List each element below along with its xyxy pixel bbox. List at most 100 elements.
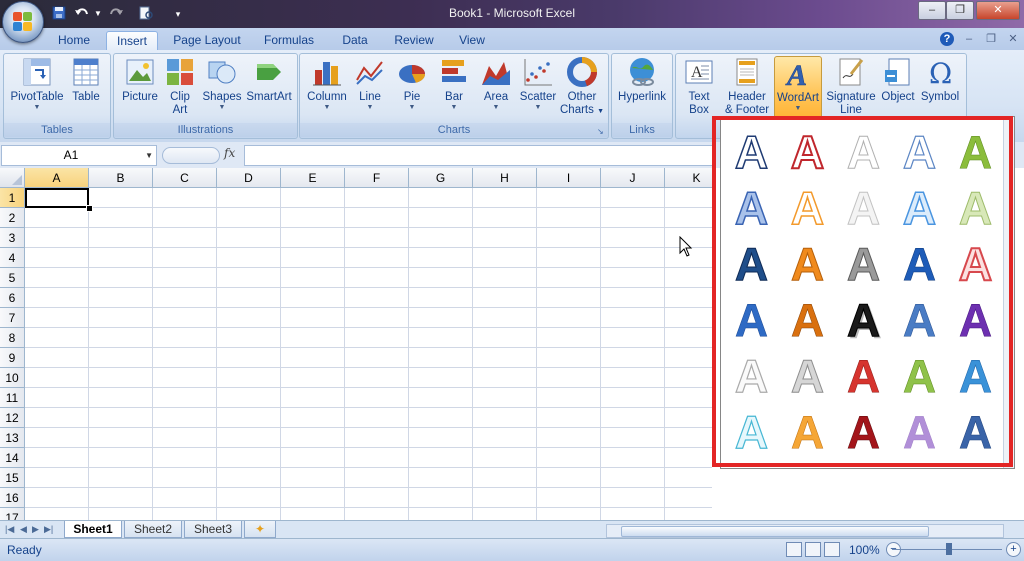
zoom-slider-thumb[interactable] <box>946 543 952 555</box>
sheet-tab-sheet2[interactable]: Sheet2 <box>124 521 182 538</box>
wordart-style-outline-gray[interactable]: A <box>836 125 891 180</box>
column-header-i[interactable]: I <box>537 168 601 188</box>
tab-review[interactable]: Review <box>388 31 440 50</box>
wordart-style-fill-orange-white-edge[interactable]: A <box>780 237 835 292</box>
gallery-scrollbar[interactable] <box>1003 117 1014 468</box>
wordart-style-fill-red-bevel[interactable]: A <box>836 349 891 404</box>
row-header-5[interactable]: 5 <box>0 268 25 288</box>
wordart-style-fill-dark-red[interactable]: A <box>836 405 891 460</box>
maximize-button[interactable]: ❐ <box>946 1 974 20</box>
pivottable-button[interactable]: PivotTable ▼ <box>8 56 66 112</box>
wordart-style-fill-orange-brown[interactable]: A <box>780 293 835 348</box>
column-header-c[interactable]: C <box>153 168 217 188</box>
picture-button[interactable]: Picture <box>118 56 162 104</box>
clipart-button[interactable]: Clip Art <box>164 56 196 117</box>
wordart-style-fill-green-bevel[interactable]: A <box>892 349 947 404</box>
horizontal-scrollbar[interactable] <box>606 524 1004 538</box>
wordart-style-outline-red[interactable]: A <box>780 125 835 180</box>
wordart-style-fill-green[interactable]: A <box>948 125 1003 180</box>
wordart-style-fill-light-blue-reflection[interactable]: A <box>948 349 1003 404</box>
table-button[interactable]: Table <box>66 56 106 104</box>
wordart-style-outline-orange[interactable]: A <box>780 181 835 236</box>
wordart-style-fill-steel-blue[interactable]: A <box>948 405 1003 460</box>
zoom-in-icon[interactable]: + <box>1006 542 1021 557</box>
worksheet-grid[interactable]: ABCDEFGHIJK 1 2 3 4 5 6 7 8 9 10 11 12 13 14 15 16 17 <box>0 168 712 520</box>
charts-dialog-launcher-icon[interactable]: ↘ <box>597 127 606 136</box>
wordart-style-outline-navy[interactable]: A <box>724 125 779 180</box>
wordart-style-fill-blue[interactable]: A <box>724 293 779 348</box>
tab-home[interactable]: Home <box>54 31 94 50</box>
formula-input[interactable] <box>244 145 716 166</box>
tab-formulas[interactable]: Formulas <box>258 31 320 50</box>
row-header-15[interactable]: 15 <box>0 468 25 488</box>
wordart-style-fill-navy-white-edge[interactable]: A <box>724 237 779 292</box>
column-header-k[interactable]: K <box>665 168 712 188</box>
row-header-8[interactable]: 8 <box>0 328 25 348</box>
insert-function-icon[interactable]: fx <box>224 146 235 160</box>
column-chart-button[interactable]: Column ▼ <box>304 56 350 112</box>
normal-view-icon[interactable] <box>786 542 802 557</box>
close-button[interactable]: ✕ <box>976 1 1020 20</box>
minimize-button[interactable]: – <box>918 1 946 20</box>
hyperlink-button[interactable]: Hyperlink <box>614 56 670 104</box>
row-header-17[interactable]: 17 <box>0 508 25 520</box>
horizontal-scroll-thumb[interactable] <box>621 526 929 537</box>
row-header-13[interactable]: 13 <box>0 428 25 448</box>
wordart-style-outline-blue-gradient[interactable]: A <box>724 181 779 236</box>
wordart-style-fill-gray-gradient[interactable]: A <box>836 237 891 292</box>
wordart-button[interactable]: A WordArt ▼ <box>774 56 822 124</box>
wordart-style-fill-silver[interactable]: A <box>780 349 835 404</box>
wordart-style-fill-blue-reflection[interactable]: A <box>892 293 947 348</box>
insert-sheet-button[interactable]: ✦ <box>244 521 276 538</box>
column-header-j[interactable]: J <box>601 168 665 188</box>
sheet-tab-sheet3[interactable]: Sheet3 <box>184 521 242 538</box>
active-cell-a1[interactable] <box>25 188 89 208</box>
bar-chart-button[interactable]: Bar ▼ <box>434 56 474 112</box>
row-header-2[interactable]: 2 <box>0 208 25 228</box>
smartart-button[interactable]: SmartArt <box>244 56 294 104</box>
wordart-style-outline-pink-red[interactable]: A <box>948 237 1003 292</box>
column-header-f[interactable]: F <box>345 168 409 188</box>
row-header-16[interactable]: 16 <box>0 488 25 508</box>
wordart-style-outline-sky-blue[interactable]: A <box>892 181 947 236</box>
next-sheet-icon[interactable]: ▶ <box>32 524 39 535</box>
office-button[interactable] <box>2 1 44 43</box>
column-header-d[interactable]: D <box>217 168 281 188</box>
tab-page-layout[interactable]: Page Layout <box>168 31 246 50</box>
row-header-12[interactable]: 12 <box>0 408 25 428</box>
ribbon-restore-icon[interactable]: ❐ <box>984 32 998 46</box>
row-header-1[interactable]: 1 <box>0 188 25 208</box>
row-header-6[interactable]: 6 <box>0 288 25 308</box>
ribbon-close-icon[interactable]: ✕ <box>1006 32 1020 46</box>
last-sheet-icon[interactable]: ▶| <box>44 524 53 535</box>
wordart-style-outline-light-blue[interactable]: A <box>892 125 947 180</box>
tab-insert[interactable]: Insert <box>106 31 158 51</box>
symbol-button[interactable]: Ω Symbol <box>918 56 962 104</box>
row-header-10[interactable]: 10 <box>0 368 25 388</box>
prev-sheet-icon[interactable]: ◀ <box>20 524 27 535</box>
column-header-h[interactable]: H <box>473 168 537 188</box>
zoom-level[interactable]: 100% <box>849 543 880 557</box>
column-header-g[interactable]: G <box>409 168 473 188</box>
area-chart-button[interactable]: Area ▼ <box>476 56 516 112</box>
wordart-style-fill-pale-green[interactable]: A <box>948 181 1003 236</box>
column-header-a[interactable]: A <box>25 168 89 188</box>
fill-handle[interactable] <box>86 205 93 212</box>
page-break-view-icon[interactable] <box>824 542 840 557</box>
wordart-gallery[interactable]: AAAAAAAAAAAAAAAAAAAAAAAAAAAAAA <box>720 116 1015 469</box>
shapes-button[interactable]: Shapes ▼ <box>200 56 244 112</box>
row-header-3[interactable]: 3 <box>0 228 25 248</box>
first-sheet-icon[interactable]: |◀ <box>5 524 14 535</box>
wordart-style-fill-purple-reflection[interactable]: A <box>948 293 1003 348</box>
tab-view[interactable]: View <box>452 31 492 50</box>
help-icon[interactable]: ? <box>940 32 954 46</box>
column-header-e[interactable]: E <box>281 168 345 188</box>
wordart-style-fill-black-outline-white[interactable]: A <box>836 293 891 348</box>
pie-chart-button[interactable]: Pie ▼ <box>392 56 432 112</box>
wordart-style-outline-cyan[interactable]: A <box>724 405 779 460</box>
wordart-style-fill-white-gray[interactable]: A <box>836 181 891 236</box>
line-chart-button[interactable]: Line ▼ <box>350 56 390 112</box>
wordart-style-fill-orange-gold[interactable]: A <box>780 405 835 460</box>
row-header-11[interactable]: 11 <box>0 388 25 408</box>
header-footer-button[interactable]: Header & Footer <box>722 56 772 117</box>
